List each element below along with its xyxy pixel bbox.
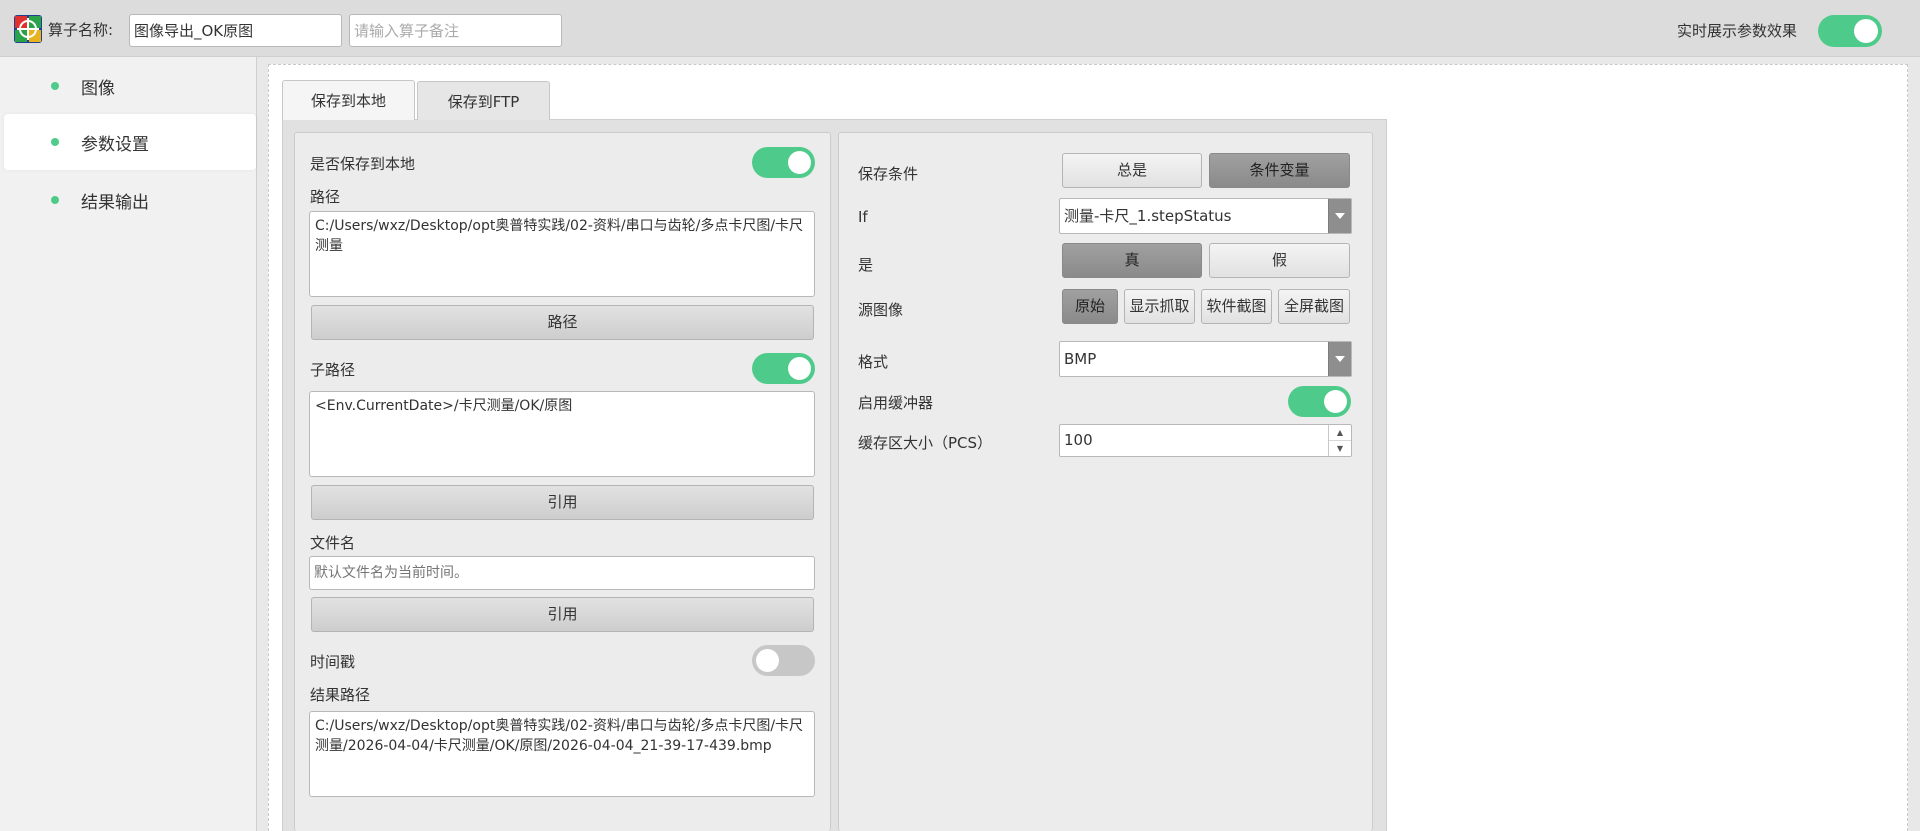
source-display-capture-button[interactable]: 显示抓取	[1124, 289, 1195, 324]
app-logo-icon	[14, 15, 42, 43]
source-fullscreen-screenshot-button[interactable]: 全屏截图	[1278, 289, 1350, 324]
save-local-toggle[interactable]	[752, 147, 815, 178]
subpath-textarea[interactable]: <Env.CurrentDate>/卡尺测量/OK/原图	[309, 391, 815, 477]
spin-down-icon[interactable]: ▼	[1329, 441, 1351, 456]
save-condition-panel	[838, 132, 1373, 831]
buffer-size-value: 100	[1064, 431, 1093, 449]
if-condition-value: 测量-卡尺_1.stepStatus	[1064, 207, 1232, 225]
enable-buffer-toggle[interactable]	[1288, 386, 1351, 417]
condition-always-button[interactable]: 总是	[1062, 153, 1202, 188]
if-label: If	[858, 208, 868, 226]
tab-save-ftp[interactable]: 保存到FTP	[417, 81, 550, 120]
chevron-down-icon[interactable]	[1328, 342, 1351, 376]
source-software-screenshot-button[interactable]: 软件截图	[1201, 289, 1272, 324]
buffer-size-label: 缓存区大小（PCS）	[858, 434, 993, 452]
buffer-size-stepper[interactable]: 100 ▲ ▼	[1059, 424, 1352, 457]
subpath-toggle[interactable]	[752, 353, 815, 384]
sidebar-item-label: 结果输出	[81, 193, 149, 213]
if-condition-select[interactable]: 测量-卡尺_1.stepStatus	[1059, 198, 1352, 234]
toggle-knob	[788, 357, 811, 380]
subpath-reference-button[interactable]: 引用	[311, 485, 814, 520]
format-select[interactable]: BMP	[1059, 341, 1352, 377]
result-path-label: 结果路径	[310, 686, 371, 704]
sidebar: 图像 参数设置 结果输出	[0, 57, 257, 831]
sidebar-item-output[interactable]: 结果输出	[4, 172, 256, 228]
condition-variable-button[interactable]: 条件变量	[1209, 153, 1350, 188]
source-image-label: 源图像	[858, 301, 904, 319]
filename-label: 文件名	[310, 534, 356, 552]
timestamp-label: 时间戳	[310, 653, 356, 671]
operator-name-label: 算子名称:	[48, 21, 114, 39]
operator-name-input[interactable]	[129, 14, 342, 47]
timestamp-toggle[interactable]	[752, 645, 815, 676]
format-value: BMP	[1064, 350, 1097, 368]
is-label: 是	[858, 256, 874, 274]
live-preview-toggle[interactable]	[1818, 15, 1882, 47]
subpath-label: 子路径	[310, 361, 356, 379]
filename-input[interactable]	[309, 556, 815, 590]
bullet-icon	[51, 138, 59, 146]
operator-remark-input[interactable]	[349, 14, 562, 47]
sidebar-item-label: 图像	[81, 79, 115, 99]
tab-save-local[interactable]: 保存到本地	[282, 80, 415, 120]
bullet-icon	[51, 196, 59, 204]
live-preview-label: 实时展示参数效果	[1677, 22, 1798, 40]
path-textarea[interactable]: C:/Users/wxz/Desktop/opt奥普特实践/02-资料/串口与齿…	[309, 211, 815, 297]
spin-arrows-icon[interactable]: ▲ ▼	[1328, 425, 1351, 456]
format-label: 格式	[858, 353, 889, 371]
path-label: 路径	[310, 188, 341, 206]
filename-reference-button[interactable]: 引用	[311, 597, 814, 632]
source-original-button[interactable]: 原始	[1062, 289, 1118, 324]
enable-buffer-label: 启用缓冲器	[858, 394, 934, 412]
is-false-button[interactable]: 假	[1209, 243, 1350, 278]
chevron-down-icon[interactable]	[1328, 199, 1351, 233]
sidebar-item-label: 参数设置	[81, 135, 149, 155]
toggle-knob	[1324, 390, 1347, 413]
spin-up-icon[interactable]: ▲	[1329, 425, 1351, 441]
toggle-knob	[1854, 19, 1878, 43]
is-true-button[interactable]: 真	[1062, 243, 1202, 278]
sidebar-item-image[interactable]: 图像	[4, 58, 256, 114]
result-path-textarea[interactable]: C:/Users/wxz/Desktop/opt奥普特实践/02-资料/串口与齿…	[309, 711, 815, 797]
toggle-knob	[756, 649, 779, 672]
bullet-icon	[51, 82, 59, 90]
sidebar-item-params[interactable]: 参数设置	[4, 114, 256, 170]
save-condition-label: 保存条件	[858, 165, 919, 183]
save-local-label: 是否保存到本地	[310, 155, 416, 173]
path-button[interactable]: 路径	[311, 305, 814, 340]
toggle-knob	[788, 151, 811, 174]
